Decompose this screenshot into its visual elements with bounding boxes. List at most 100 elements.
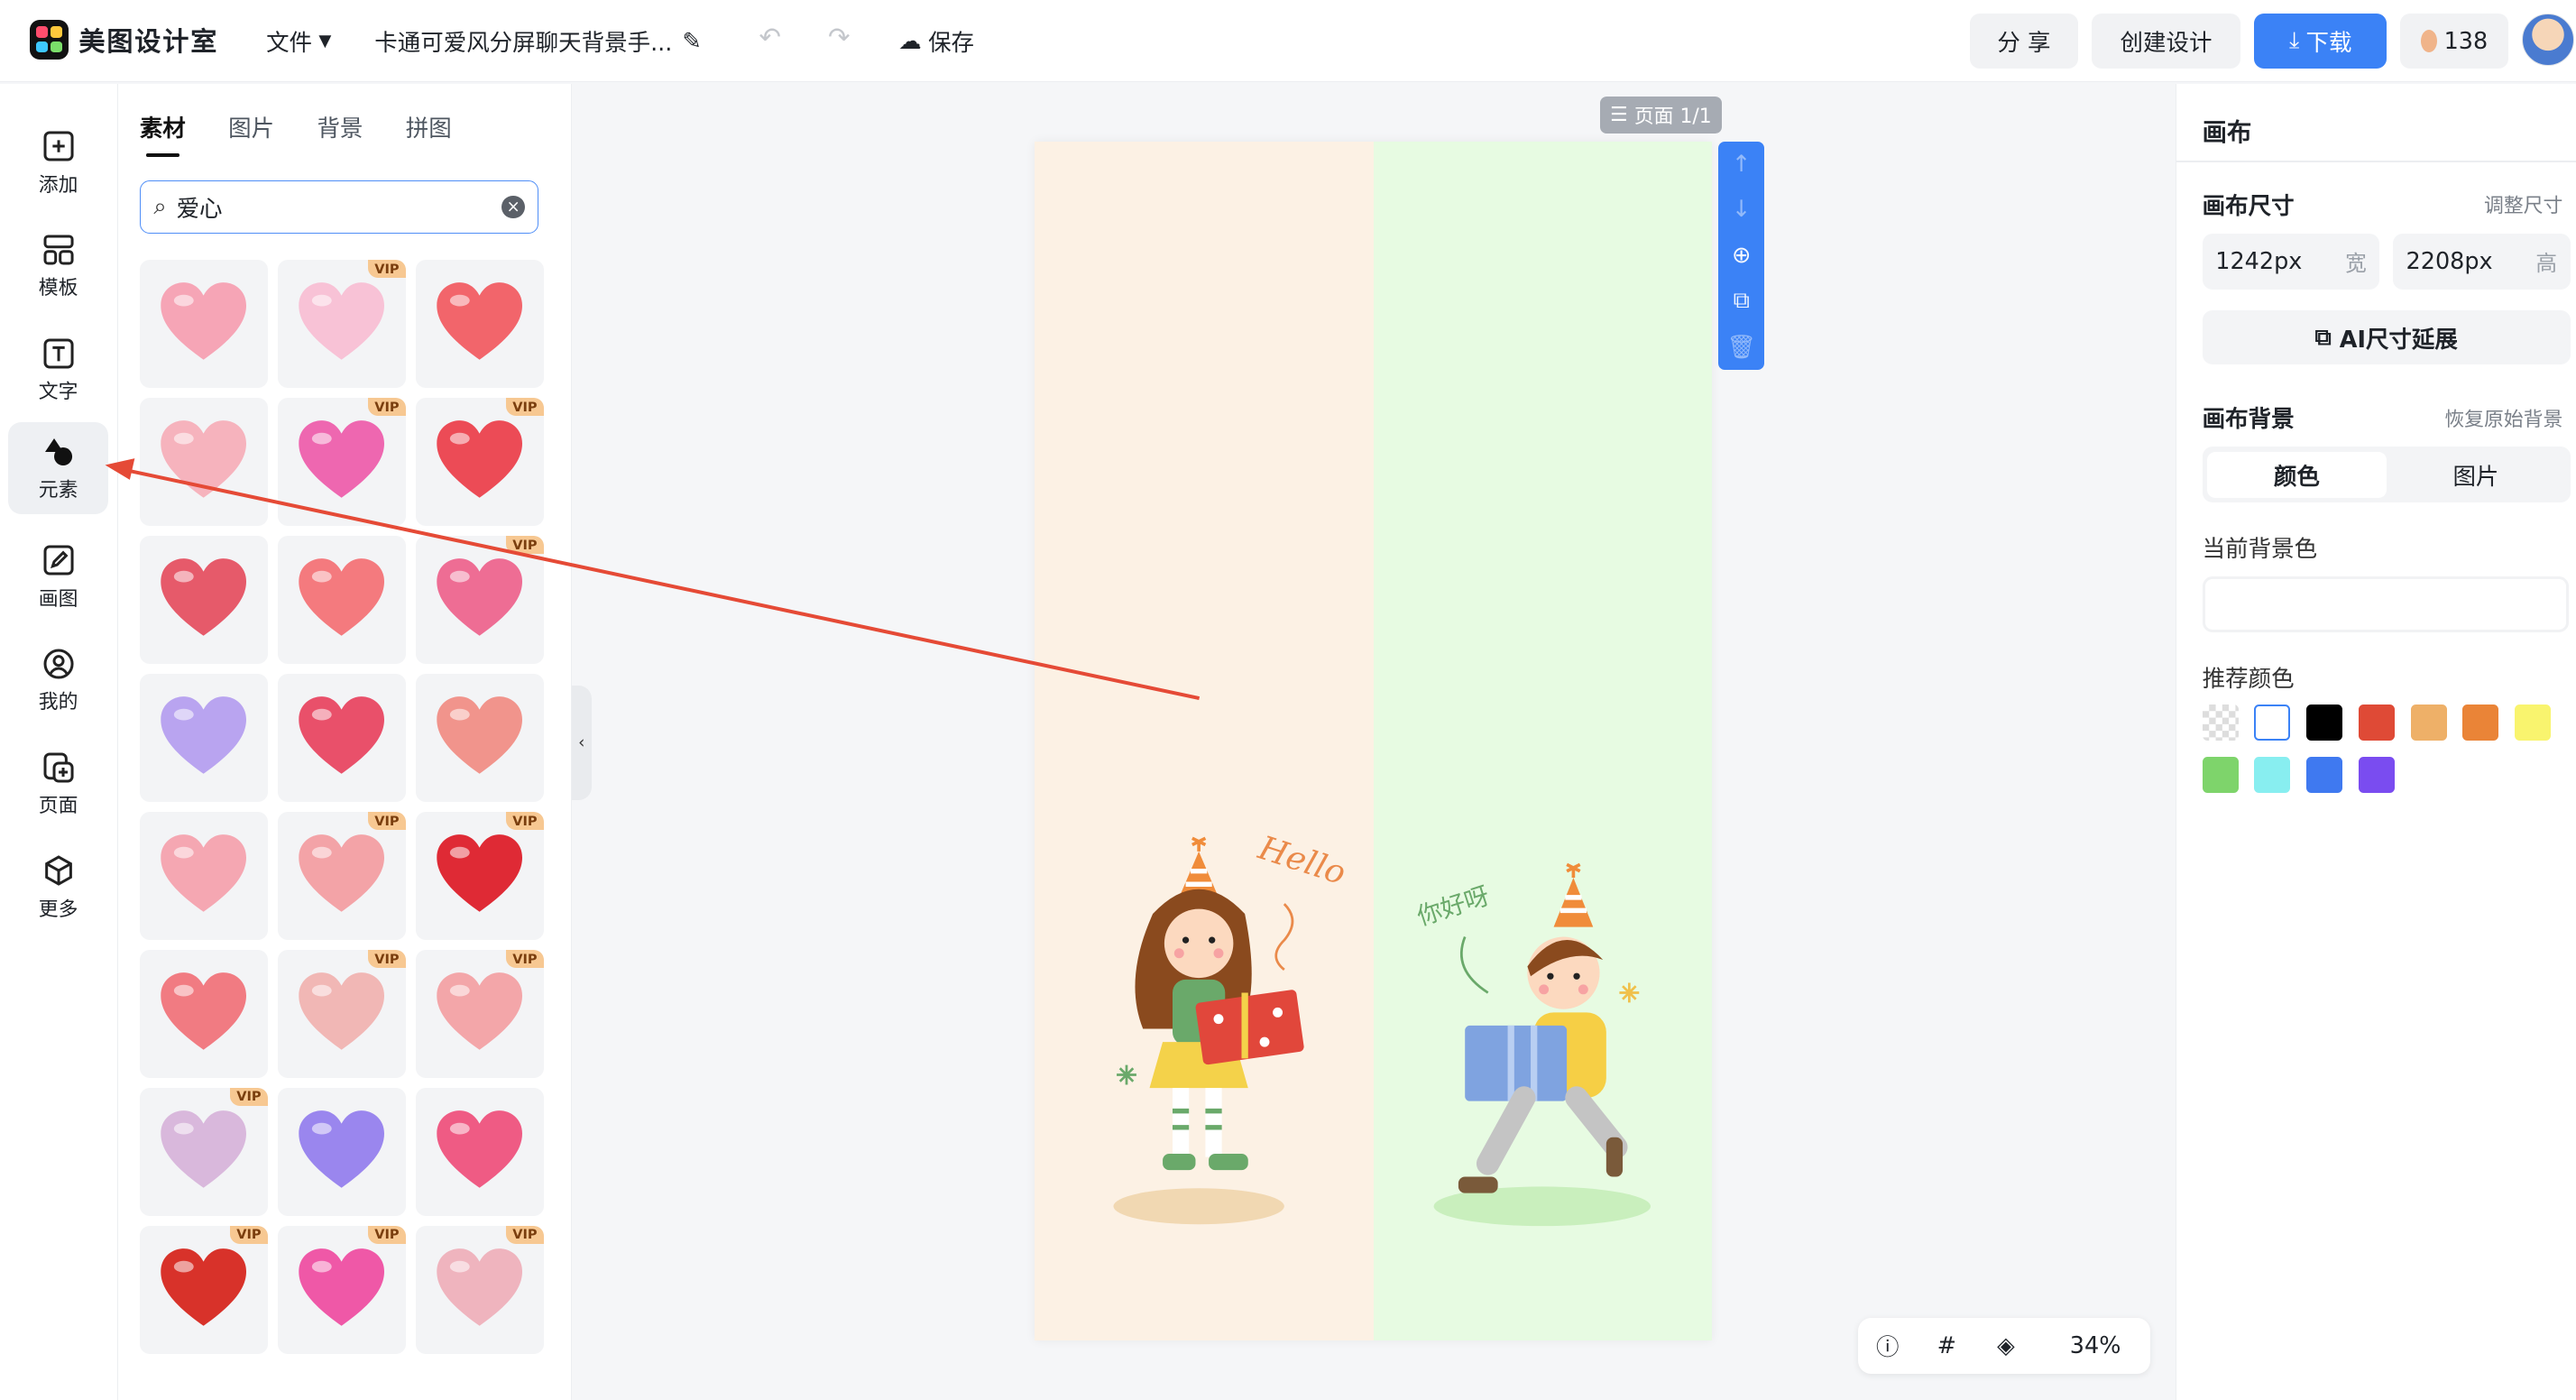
duplicate-page-icon[interactable]: ⧉ [1734, 287, 1750, 315]
create-design-button[interactable]: 创建设计 [2091, 13, 2241, 69]
help-icon[interactable]: ⓘ [1858, 1329, 1918, 1362]
nav-item-add[interactable]: 添加 [8, 116, 108, 208]
text-icon [43, 338, 74, 369]
tab-material[interactable]: 素材 [140, 110, 186, 158]
save-button[interactable]: ☁ 保存 [898, 24, 974, 58]
color-swatch[interactable] [2202, 705, 2239, 741]
nav-item-mine[interactable]: 我的 [8, 634, 108, 726]
plus-square-icon [43, 131, 74, 161]
love-envelope-icon [437, 696, 523, 774]
seg-image[interactable]: 图片 [2387, 452, 2566, 498]
height-unit: 高 [2535, 250, 2558, 276]
undo-icon[interactable]: ↶ [759, 22, 780, 52]
seg-color[interactable]: 颜色 [2207, 451, 2387, 498]
element-tile[interactable]: VIP [139, 1087, 268, 1216]
search-input[interactable]: ⌕ 爱心 × [139, 180, 539, 234]
element-tile[interactable] [139, 397, 268, 526]
element-tile[interactable] [139, 673, 268, 802]
nav-item-page[interactable]: 页面 [8, 738, 108, 830]
element-tile[interactable] [415, 1087, 544, 1216]
add-page-icon[interactable]: ⊕ [1732, 242, 1751, 269]
vip-badge: VIP [229, 1225, 268, 1245]
element-tile[interactable] [415, 673, 544, 802]
color-swatch[interactable] [2306, 705, 2343, 741]
grid-icon[interactable]: # [1918, 1332, 1977, 1359]
delete-page-icon[interactable]: 🗑 [1726, 334, 1755, 361]
element-tile[interactable]: VIP [415, 949, 544, 1078]
color-swatch[interactable] [2202, 757, 2239, 794]
layers-icon[interactable]: ◈ [1976, 1332, 2036, 1359]
tab-collage[interactable]: 拼图 [406, 110, 452, 143]
width-field[interactable]: 1242px 宽 [2202, 233, 2380, 290]
color-swatch[interactable] [2254, 757, 2291, 794]
page-indicator[interactable]: ☰ 页面 1/1 [1600, 97, 1722, 134]
element-tile[interactable]: VIP [415, 535, 544, 664]
nav-item-text[interactable]: 文字 [8, 324, 108, 416]
element-tile[interactable]: VIP [415, 397, 544, 526]
document-title[interactable]: 卡通可爱风分屏聊天背景手... ✎ [374, 24, 701, 58]
restore-bg-link[interactable]: 恢复原始背景 [2444, 404, 2562, 432]
element-tile[interactable] [277, 535, 406, 664]
credits-button[interactable]: 138 [2400, 13, 2509, 69]
top-bar: 美图设计室 文件 ▼ 卡通可爱风分屏聊天背景手... ✎ ↶ ↷ ☁ 保存 分 … [0, 0, 2576, 83]
tab-background[interactable]: 背景 [317, 110, 363, 143]
nav-item-elements[interactable]: 元素 [8, 422, 109, 515]
element-tile[interactable] [139, 949, 268, 1078]
element-tile[interactable]: VIP [277, 1225, 406, 1354]
redo-icon[interactable]: ↷ [828, 22, 850, 52]
glossy-magenta-heart-icon [299, 420, 385, 498]
element-tile[interactable]: VIP [277, 259, 406, 388]
element-tile[interactable] [277, 1087, 406, 1216]
color-swatch[interactable] [2306, 757, 2343, 794]
element-tile[interactable]: VIP [277, 397, 406, 526]
edit-icon: ✎ [682, 27, 702, 55]
element-tile[interactable] [139, 259, 268, 388]
element-tile[interactable] [139, 811, 268, 940]
adjust-size-link[interactable]: 调整尺寸 [2484, 190, 2562, 218]
app-logo[interactable]: 美图设计室 [29, 19, 218, 60]
search-icon: ⌕ [153, 192, 167, 220]
color-swatch[interactable] [2410, 705, 2447, 741]
color-swatch[interactable] [2358, 757, 2395, 794]
element-tile[interactable]: VIP [415, 811, 544, 940]
share-button[interactable]: 分 享 [1969, 13, 2079, 69]
nav-item-draw[interactable]: 画图 [8, 530, 108, 622]
element-tile[interactable]: VIP [277, 811, 406, 940]
color-swatch[interactable] [2462, 705, 2499, 741]
nav-label: 更多 [38, 898, 78, 921]
element-tile[interactable]: VIP [415, 1225, 544, 1354]
element-tile[interactable] [139, 535, 268, 664]
color-swatch[interactable] [2514, 705, 2552, 741]
resize-icon: ⧉ [2314, 323, 2332, 351]
avatar[interactable] [2521, 13, 2575, 66]
panel-title: 画布 [2202, 118, 2252, 147]
height-field[interactable]: 2208px 高 [2392, 233, 2571, 290]
download-button[interactable]: ⤓ 下载 [2253, 13, 2387, 69]
move-up-icon[interactable]: ↑ [1732, 151, 1751, 178]
nav-item-more[interactable]: 更多 [8, 842, 108, 934]
current-color-field[interactable] [2202, 576, 2569, 633]
design-canvas[interactable]: Hello 你好呀 [1035, 141, 1712, 1341]
share-label: 分 享 [1997, 30, 2051, 58]
element-tile[interactable] [415, 259, 544, 388]
nav-item-template[interactable]: 模板 [8, 220, 108, 312]
vip-badge: VIP [229, 1087, 268, 1107]
winged-pink-heart-icon [299, 282, 385, 360]
bottom-toolbar: ⓘ # ◈ 34% [1858, 1317, 2151, 1374]
element-tile[interactable] [277, 673, 406, 802]
peach-3d-hearts-icon [299, 834, 385, 912]
zoom-level[interactable]: 34% [2070, 1332, 2121, 1359]
width-unit: 宽 [2345, 250, 2367, 276]
element-tile[interactable]: VIP [139, 1225, 268, 1354]
color-swatch[interactable] [2254, 705, 2291, 741]
clear-icon[interactable]: × [501, 195, 525, 219]
file-menu[interactable]: 文件 ▼ [266, 24, 331, 58]
color-swatch[interactable] [2358, 705, 2395, 741]
move-down-icon[interactable]: ↓ [1732, 196, 1751, 223]
element-tile[interactable]: VIP [277, 949, 406, 1078]
credits-count: 138 [2443, 27, 2489, 55]
page-toolbar: ↑ ↓ ⊕ ⧉ 🗑 [1718, 141, 1765, 370]
ai-extend-button[interactable]: ⧉ AI尺寸延展 [2202, 310, 2571, 365]
collapse-panel-button[interactable]: ‹ [571, 685, 592, 800]
tab-image[interactable]: 图片 [228, 110, 274, 143]
